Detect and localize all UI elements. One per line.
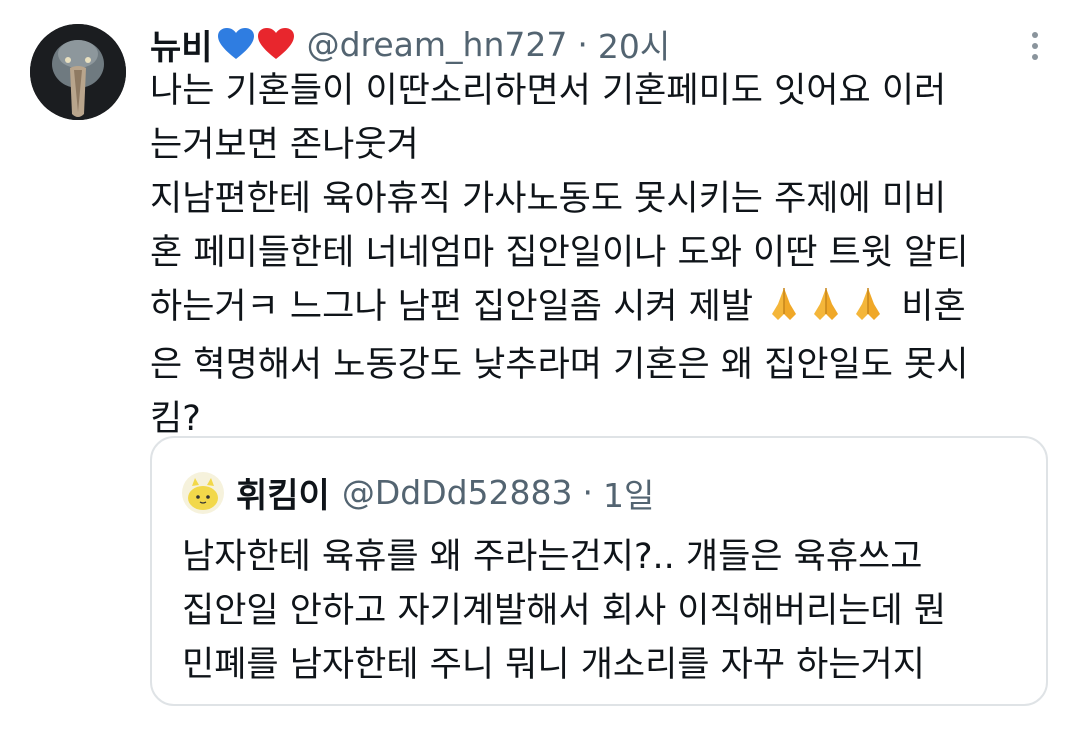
name-emoji	[217, 27, 295, 61]
separator-dot: ·	[577, 24, 588, 64]
quoted-tweet-timestamp[interactable]: 1일	[603, 469, 654, 517]
tweet-line: 하는거ㅋ 느그나 남편 집안일좀 시켜 제발	[150, 287, 754, 327]
quoted-tweet-header: 휘킴이 @DdDd52883 · 1일	[182, 468, 654, 517]
folded-hands-icon	[806, 284, 846, 338]
quoted-author-display-name[interactable]: 휘킴이	[236, 468, 330, 517]
author-handle[interactable]: @dream_hn727	[307, 25, 568, 64]
author-avatar[interactable]	[30, 24, 126, 120]
folded-hands-icon	[764, 284, 804, 338]
tweet-line: 나는 기혼들이 이딴소리하면서 기혼페미도 잇어요 이러	[150, 71, 947, 111]
tweet-timestamp[interactable]: 20시	[598, 20, 670, 68]
tweet-text: 나는 기혼들이 이딴소리하면서 기혼페미도 잇어요 이러 는거보면 존나웃겨 지…	[150, 64, 1050, 446]
quoted-tweet-line: 남자한테 육휴를 왜 주라는건지?.. 걔들은 육휴쓰고	[182, 537, 923, 577]
tweet-line: 지남편한테 육아휴직 가사노동도 못시키는 주제에 미비	[150, 179, 947, 219]
quoted-author-avatar[interactable]	[182, 471, 224, 514]
quoted-tweet-line: 민폐를 남자한테 주니 뭐니 개소리를 자꾸 하는거지	[182, 645, 925, 685]
tweet-line-with-emoji: 하는거ㅋ 느그나 남편 집안일좀 시켜 제발 비혼	[150, 280, 1050, 338]
quoted-tweet-text: 남자한테 육휴를 왜 주라는건지?.. 걔들은 육휴쓰고 집안일 안하고 자기계…	[182, 530, 946, 692]
tweet-line: 비혼	[890, 287, 966, 327]
quoted-tweet-line: 집안일 안하고 자기계발해서 회사 이직해버리는데 뭔	[182, 591, 947, 631]
tweet-line: 혼 페미들한테 너네엄마 집안일이나 도와 이딴 트윗 알티	[150, 233, 969, 273]
tweet-line: 는거보면 존나웃겨	[150, 125, 419, 165]
tweet-line: 은 혁명해서 노동강도 낮추라며 기혼은 왜 집안일도 못시	[150, 345, 969, 385]
more-options-icon[interactable]	[1030, 32, 1040, 60]
blue-heart-icon	[217, 28, 254, 59]
tweet[interactable]: 뉴비 @dream_hn727 · 20시 나는 기혼들이 이딴소리하면서 기혼…	[0, 0, 1080, 744]
quoted-tweet[interactable]: 휘킴이 @DdDd52883 · 1일 남자한테 육휴를 왜 주라는건지?.. …	[150, 436, 1048, 706]
red-heart-icon	[257, 28, 294, 59]
author-display-name[interactable]: 뉴비	[150, 20, 213, 69]
quoted-author-handle[interactable]: @DdDd52883	[342, 473, 573, 512]
folded-hands-icon	[848, 284, 888, 338]
separator-dot: ·	[582, 473, 594, 512]
tweet-header: 뉴비 @dream_hn727 · 20시	[150, 20, 670, 68]
